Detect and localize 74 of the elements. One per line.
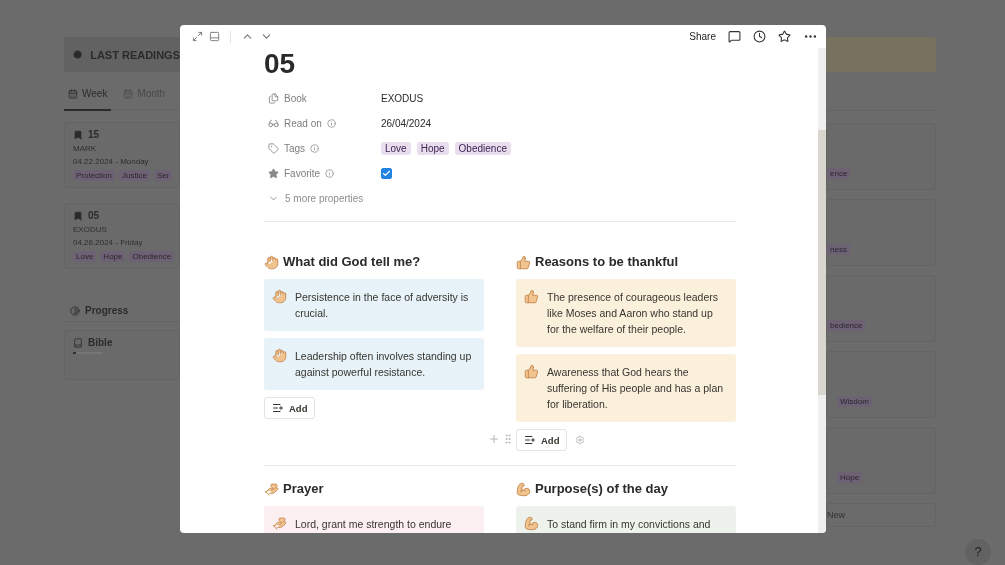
glasses-icon <box>268 118 279 129</box>
callout: Lord, grant me strength to endure <box>264 506 484 533</box>
bookmark-icon <box>73 129 83 140</box>
callout: Persistence in the face of adversity is crucial. <box>264 279 484 331</box>
raised-hand-icon <box>272 289 287 304</box>
property-value: EXODUS <box>381 93 424 104</box>
property-label: Read on <box>284 118 322 129</box>
tag: Justice <box>119 170 150 181</box>
scrollbar[interactable] <box>818 48 826 533</box>
star-icon[interactable] <box>778 30 791 43</box>
board-title: LAST READINGS <box>90 48 180 61</box>
more-properties-toggle[interactable]: 5 more properties <box>264 186 736 211</box>
flexed-arm-icon <box>516 481 531 497</box>
tag: Wisdom <box>837 396 872 407</box>
panel-icon[interactable] <box>209 31 220 42</box>
clock-icon[interactable] <box>753 30 766 43</box>
tag: Protection <box>73 170 116 181</box>
tag: Hope <box>100 251 126 262</box>
section-heading: What did God tell me? <box>264 252 484 272</box>
help-button[interactable]: ? <box>965 539 991 565</box>
flexed-arm-icon <box>524 516 539 531</box>
calendar-icon <box>68 88 78 99</box>
section-heading: Reasons to be thankful <box>516 252 736 272</box>
raised-hand-icon <box>264 254 279 270</box>
tag: Love <box>381 142 411 155</box>
section-heading: Purpose(s) of the day <box>516 479 736 499</box>
expand-icon[interactable] <box>192 31 203 42</box>
add-button[interactable]: Add <box>516 429 568 451</box>
share-button[interactable]: Share <box>689 31 716 42</box>
add-button[interactable]: Add <box>264 397 316 419</box>
thumbs-up-icon <box>516 254 531 270</box>
list-plus-icon <box>524 434 536 446</box>
comment-icon[interactable] <box>728 30 741 43</box>
callout: Awareness that God hears the suffering of His people and has a plan for liberation. <box>516 354 736 422</box>
property-label: Tags <box>284 143 306 154</box>
checkbox[interactable] <box>381 168 392 179</box>
callout: To stand firm in my convictions and <box>516 506 736 533</box>
section-title: Progress <box>85 305 129 316</box>
page-title: 05 <box>264 48 297 80</box>
reading-card[interactable]: Hope <box>826 427 936 494</box>
progress-card[interactable]: Bible <box>64 330 180 380</box>
star-icon <box>268 168 279 179</box>
book-icon <box>268 93 279 104</box>
tag: Hope <box>416 142 449 155</box>
drag-handle-icon[interactable] <box>502 433 514 445</box>
thumbs-up-icon <box>524 289 539 304</box>
thumbs-up-icon <box>524 364 539 379</box>
card-title: 05 <box>88 210 100 221</box>
list-plus-icon <box>272 402 284 414</box>
raised-hand-icon <box>272 348 287 363</box>
reading-card[interactable]: Wisdom <box>826 351 936 418</box>
property-label: Favorite <box>284 168 321 179</box>
info-icon <box>310 144 320 153</box>
callout: Leadership often involves standing up against powerful resistance. <box>264 338 484 390</box>
property-label: Book <box>284 93 307 104</box>
bookmark-icon <box>73 210 83 221</box>
card-title: Bible <box>88 337 113 348</box>
card-title: 15 <box>88 129 100 140</box>
callout: The presence of courageous leaders like Moses and Aaron who stand up for the welfare of their people. <box>516 279 736 347</box>
book-icon <box>73 337 83 348</box>
tag: Obedience <box>454 142 511 155</box>
tag: Hope <box>837 472 863 483</box>
property-value: 26/04/2024 <box>381 118 432 129</box>
tag-icon <box>268 143 279 154</box>
book-name: MARK <box>73 144 98 153</box>
info-icon <box>325 169 335 178</box>
progress-icon <box>70 305 80 316</box>
hand-icon <box>264 481 279 497</box>
badge-icon <box>73 48 83 61</box>
hand-icon <box>272 516 287 531</box>
section-heading: Prayer <box>264 479 484 499</box>
calendar-icon <box>123 88 134 99</box>
view-tab[interactable]: Week <box>64 78 112 111</box>
info-icon <box>326 119 336 128</box>
